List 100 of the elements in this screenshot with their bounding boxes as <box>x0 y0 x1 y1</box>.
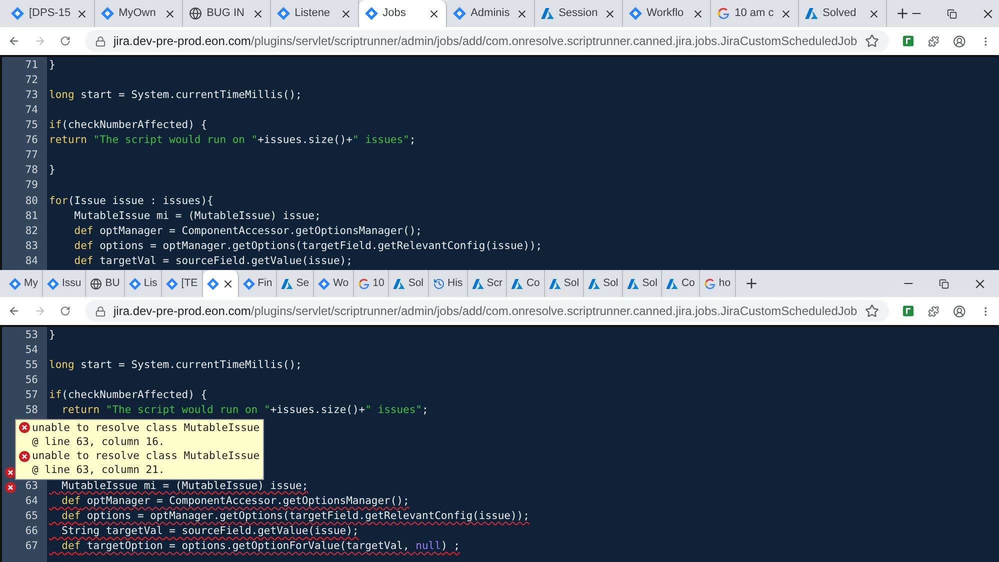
code-line: def targetOption = options.getOptionForValue(targetVal, null) ; <box>60 539 460 554</box>
tab-title: His <box>448 276 463 291</box>
browser-tab[interactable]: Scr <box>468 270 508 297</box>
line-number: 67 <box>24 539 38 554</box>
error-icon <box>19 422 30 434</box>
url-text: jira.dev-pre-prod.eon.com/plugins/servlet/scriptrunner/admin/jobs/add/com.onresolve.scriptrunner.canned.jira.jobs.JiraCustomScheduledJob <box>114 33 858 50</box>
diamond-icon <box>47 278 59 290</box>
browser-tab[interactable]: 10 am c <box>710 0 799 27</box>
history-icon <box>432 278 445 290</box>
browser-tab[interactable]: 10 <box>354 270 390 297</box>
reload-icon[interactable] <box>60 34 70 48</box>
close-tab-icon[interactable] <box>428 8 440 20</box>
tab-title: BUG IN <box>206 6 246 22</box>
code-line: for(Issue issue : issues){ <box>49 194 214 209</box>
line-number: 66 <box>24 524 38 539</box>
close-tab-icon[interactable] <box>604 8 616 20</box>
triangle-icon <box>540 8 554 19</box>
line-number: 56 <box>24 372 38 388</box>
extension-icon[interactable] <box>903 34 914 48</box>
close-tab-icon[interactable] <box>780 8 792 20</box>
browser-tab[interactable]: Session <box>534 0 623 27</box>
browser-tab[interactable]: BUG IN <box>182 0 271 27</box>
browser-tab[interactable]: Workflo <box>622 0 711 27</box>
tab-title: Workflo <box>646 6 685 22</box>
diamond-icon <box>452 7 466 20</box>
tab-title: ho <box>718 276 731 291</box>
line-number: 55 <box>24 358 38 373</box>
close-tab-icon[interactable] <box>516 8 528 20</box>
close-tab-icon[interactable] <box>222 278 234 290</box>
browser-tab[interactable] <box>202 270 239 297</box>
triangle-icon <box>548 278 561 288</box>
line-number: 79 <box>24 178 38 194</box>
browser-tab[interactable]: Listene <box>270 0 359 27</box>
code-line: return "The script would run on "+issues.size()+" issues"; <box>60 403 428 418</box>
triangle-icon <box>666 278 678 288</box>
close-tab-icon[interactable] <box>868 8 880 20</box>
code-line: } <box>49 58 56 73</box>
tab-title: Lis <box>144 276 158 291</box>
google-g-icon <box>358 278 370 290</box>
browser-tab[interactable]: Solved <box>798 0 887 27</box>
extensions-icon[interactable] <box>928 304 939 318</box>
tab-title: [DPS-15 <box>29 6 71 22</box>
close-tab-icon[interactable] <box>252 8 264 20</box>
address-bar[interactable]: jira.dev-pre-prod.eon.com/plugins/servlet/scriptrunner/admin/jobs/add/com.onresolve.scriptrunner.canned.jira.jobs.JiraCustomScheduledJob <box>84 30 890 52</box>
code-line: if(checkNumberAffected) { <box>49 118 208 134</box>
tab-title: BU <box>105 276 120 291</box>
close-tab-icon[interactable] <box>692 8 704 20</box>
line-number: 78 <box>24 163 38 178</box>
error-location: @ line 63, column 16. <box>32 434 166 450</box>
diamond-icon <box>9 278 21 290</box>
browser-tab[interactable]: MyOwn <box>94 0 183 27</box>
line-number: 84 <box>24 254 38 269</box>
triangle-icon <box>588 278 600 288</box>
tab-title: Session <box>558 6 599 22</box>
close-tab-icon[interactable] <box>164 8 176 20</box>
extensions-icon[interactable] <box>928 34 939 48</box>
line-number: 57 <box>24 388 38 404</box>
tab-title: Fin <box>258 276 272 291</box>
error-message: unable to resolve class MutableIssue <box>32 449 260 464</box>
error-icon <box>19 450 30 462</box>
close-tab-icon[interactable] <box>76 8 88 20</box>
diamond-icon <box>318 278 330 290</box>
line-number: 65 <box>24 508 38 524</box>
tab-title: MyOwn <box>118 6 157 22</box>
triangle-icon <box>804 8 818 19</box>
browser-tab[interactable]: Fin <box>238 270 278 297</box>
error-marker-icon <box>5 482 16 493</box>
restore-icon[interactable] <box>946 8 957 18</box>
bookmark-star-icon[interactable] <box>865 304 880 318</box>
line-number: 74 <box>24 102 38 118</box>
tab-title: Listene <box>294 6 332 22</box>
profile-icon[interactable] <box>952 302 966 320</box>
tab-title: Sol <box>642 276 658 291</box>
line-number: 64 <box>24 494 38 509</box>
browser-tab[interactable]: Jobs <box>358 0 447 27</box>
diamond-icon <box>128 278 141 290</box>
line-number: 81 <box>24 208 38 224</box>
close-tab-icon[interactable] <box>340 8 352 20</box>
restore-icon[interactable] <box>939 278 949 288</box>
code-line: def options = optManager.getOptions(targetField.getRelevantConfig(issue)); <box>73 238 542 254</box>
profile-icon[interactable] <box>952 32 966 50</box>
tab-title: Co <box>526 276 540 291</box>
new-tab-icon[interactable] <box>894 6 910 21</box>
new-tab-icon[interactable] <box>744 276 759 291</box>
extension-icon[interactable] <box>903 304 914 318</box>
browser-tab[interactable]: His <box>428 270 468 297</box>
code-line: } <box>49 163 56 178</box>
diamond-icon <box>206 278 219 290</box>
triangle-icon <box>511 278 524 288</box>
line-number: 63 <box>24 478 38 494</box>
address-bar[interactable]: jira.dev-pre-prod.eon.com/plugins/servlet/scriptrunner/admin/jobs/add/com.onresolve.scriptrunner.canned.jira.jobs.JiraCustomScheduledJob <box>84 300 890 322</box>
browser-tab[interactable]: Adminis <box>446 0 535 27</box>
reload-icon[interactable] <box>60 304 70 318</box>
bookmark-star-icon[interactable] <box>865 34 880 48</box>
line-number: 75 <box>24 118 38 134</box>
diamond-icon <box>276 7 290 20</box>
triangle-icon <box>281 278 294 288</box>
code-line: String targetVal = sourceField.getValue(issue); <box>60 524 359 539</box>
google-g-icon <box>704 278 716 290</box>
line-number: 54 <box>24 342 38 358</box>
